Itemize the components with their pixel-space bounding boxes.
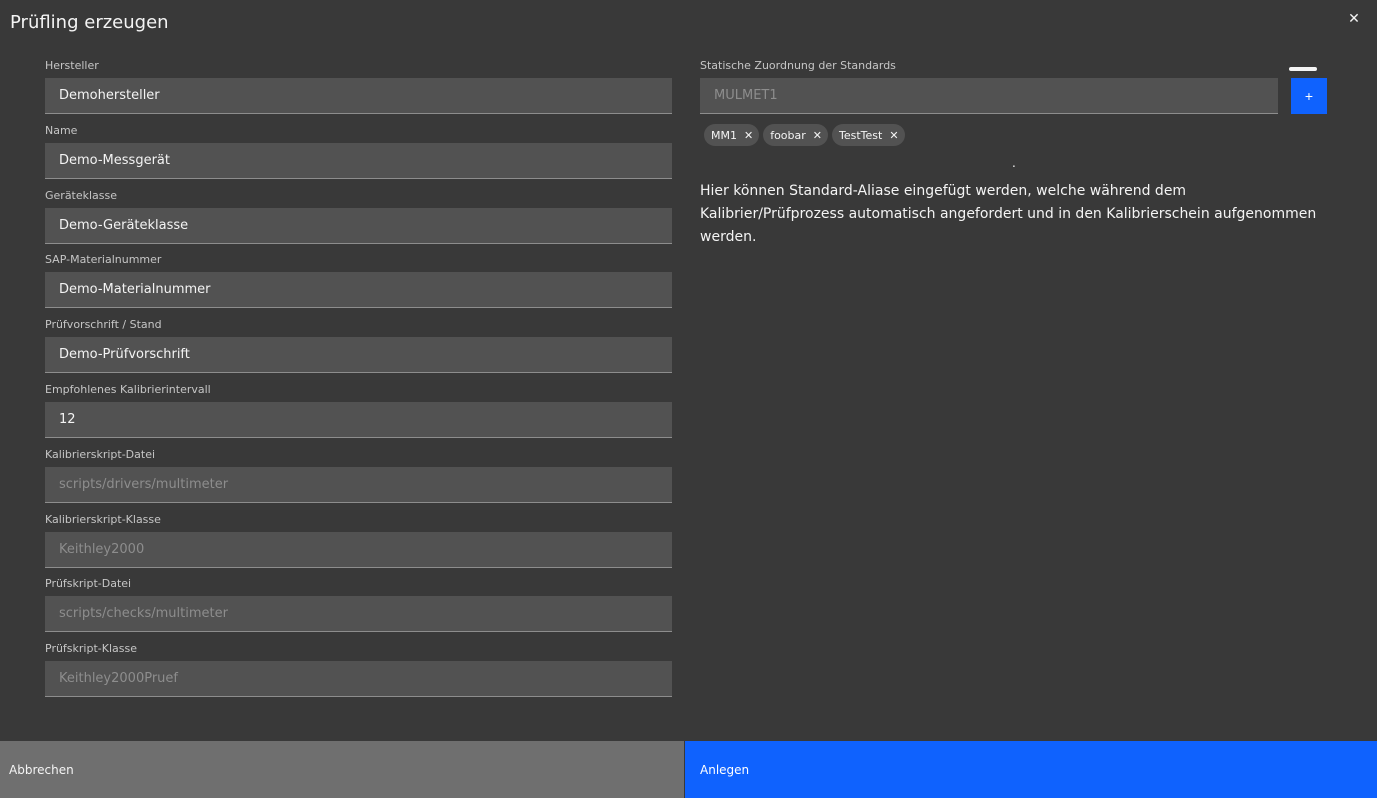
field-label: Kalibrierskript-Datei xyxy=(45,447,156,461)
tag-foobar: foobar ✕ xyxy=(763,124,828,146)
add-button-wrapper: + xyxy=(1289,67,1327,114)
field-calibration-script-file: Kalibrierskript-Datei xyxy=(45,445,672,510)
field-device-class: Geräteklasse xyxy=(45,186,672,251)
test-specification-input[interactable] xyxy=(45,337,672,374)
standards-input-row: + xyxy=(700,67,1327,114)
modal-footer: Abbrechen Anlegen xyxy=(0,741,1377,798)
field-label: Prüfskript-Datei xyxy=(45,577,132,591)
field-label: Geräteklasse xyxy=(45,188,118,202)
tag-label: foobar xyxy=(770,128,806,142)
add-standard-button[interactable]: + xyxy=(1291,78,1327,114)
field-label: Kalibrierskript-Klasse xyxy=(45,512,161,526)
field-label: SAP-Materialnummer xyxy=(45,253,162,267)
create-button[interactable]: Anlegen xyxy=(685,741,1377,798)
field-label: Name xyxy=(45,123,78,137)
field-test-specification: Prüfvorschrift / Stand xyxy=(45,315,672,380)
calibration-script-file-input xyxy=(45,466,672,503)
create-device-modal: Prüfling erzeugen ✕ Hersteller Name Gerä… xyxy=(0,0,1377,798)
device-form: Hersteller Name Geräteklasse SAP-Materia… xyxy=(45,56,672,704)
calibration-interval-input[interactable] xyxy=(45,401,672,438)
device-class-input[interactable] xyxy=(45,207,672,244)
field-label: Empfohlenes Kalibrierintervall xyxy=(45,382,211,396)
cancel-button[interactable]: Abbrechen xyxy=(0,741,685,798)
test-script-file-input xyxy=(45,596,672,633)
field-label: Prüfskript-Klasse xyxy=(45,642,137,656)
tag-remove-icon[interactable]: ✕ xyxy=(813,129,822,142)
field-calibration-script-class: Kalibrierskript-Klasse xyxy=(45,510,672,575)
standard-alias-input[interactable] xyxy=(700,78,1278,114)
tag-label: MM1 xyxy=(711,128,737,142)
standards-section: Statische Zuordnung der Standards + MM1 … xyxy=(700,56,1327,245)
manufacturer-input[interactable] xyxy=(45,78,672,114)
field-name: Name xyxy=(45,121,672,186)
tooltip-indicator xyxy=(1289,67,1317,71)
standards-tag-list: MM1 ✕ foobar ✕ TestTest ✕ xyxy=(700,124,1327,146)
tag-remove-icon[interactable]: ✕ xyxy=(744,129,753,142)
field-test-script-class: Prüfskript-Klasse xyxy=(45,639,672,704)
calibration-script-class-input xyxy=(45,531,672,568)
tag-label: TestTest xyxy=(839,128,883,142)
sap-material-number-input[interactable] xyxy=(45,272,672,309)
field-manufacturer: Hersteller xyxy=(45,56,672,121)
name-input[interactable] xyxy=(45,142,672,179)
tag-testtest: TestTest ✕ xyxy=(832,124,905,146)
test-script-class-input xyxy=(45,661,672,698)
field-calibration-interval: Empfohlenes Kalibrierintervall xyxy=(45,380,672,445)
standards-helper-text: Hier können Standard-Aliase eingefügt we… xyxy=(700,183,1317,245)
field-test-script-file: Prüfskript-Datei xyxy=(45,574,672,639)
field-label: Hersteller xyxy=(45,59,99,72)
dot-mark: . xyxy=(1012,156,1016,170)
field-label: Prüfvorschrift / Stand xyxy=(45,318,162,332)
tag-mm1: MM1 ✕ xyxy=(704,124,760,146)
field-sap-material-number: SAP-Materialnummer xyxy=(45,250,672,315)
standards-label: Statische Zuordnung der Standards xyxy=(700,59,896,72)
modal-title: Prüfling erzeugen xyxy=(10,12,169,33)
tag-remove-icon[interactable]: ✕ xyxy=(889,129,898,142)
close-icon[interactable]: ✕ xyxy=(1344,9,1364,29)
